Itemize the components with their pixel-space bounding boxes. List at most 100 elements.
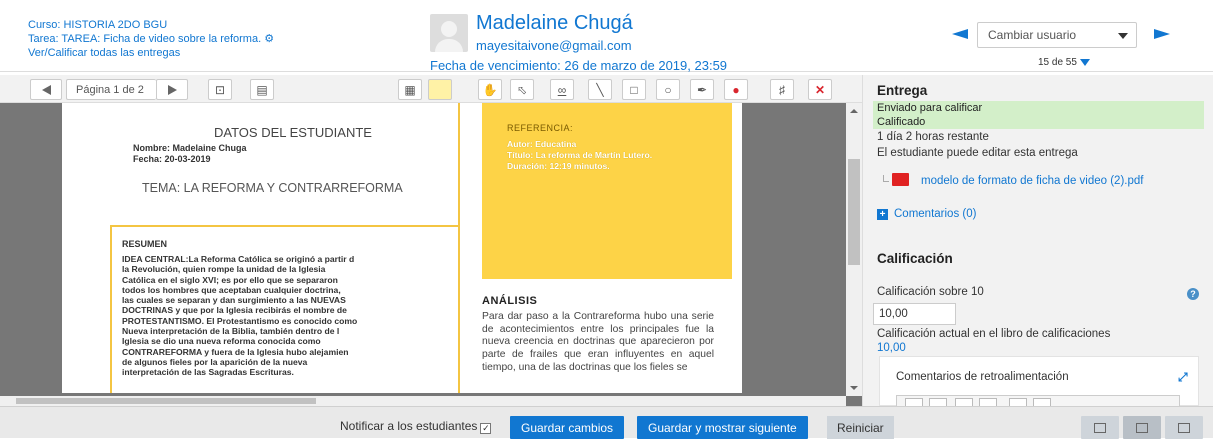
analysis-text: Para dar paso a la Contrareforma hubo un… xyxy=(482,311,714,373)
horizontal-scrollbar[interactable] xyxy=(0,396,846,406)
oval-button[interactable]: ○ xyxy=(656,79,680,100)
student-name: Nombre: Madelaine Chuga xyxy=(133,143,247,153)
rectangle-button[interactable]: □ xyxy=(622,79,646,100)
scroll-thumb[interactable] xyxy=(848,159,860,265)
comment-list-button[interactable]: ▤ xyxy=(250,79,274,100)
select-button[interactable]: ⬁ xyxy=(510,79,534,100)
user-navigation: Cambiar usuario 15 de 55 xyxy=(940,20,1180,70)
submission-file-name: modelo de formato de ficha de video (2).… xyxy=(921,175,1144,187)
scroll-down-icon[interactable] xyxy=(850,386,858,390)
summary-box: RESUMEN IDEA CENTRAL:La Reforma Católica… xyxy=(110,225,458,393)
help-icon[interactable]: ? xyxy=(1187,288,1199,300)
next-user-icon[interactable] xyxy=(1154,29,1170,39)
grade-heading: Calificación xyxy=(877,251,953,266)
user-count[interactable]: 15 de 55 xyxy=(1038,57,1090,68)
document-page-right[interactable]: REFERENCIA: Autor: Educatina Título: La … xyxy=(458,103,742,393)
save-button[interactable]: Guardar cambios xyxy=(510,416,625,439)
line-icon: ╲ xyxy=(596,82,604,97)
scroll-up-icon[interactable] xyxy=(850,109,858,113)
prev-page-button[interactable] xyxy=(30,79,62,100)
footer-bar: Notificar a los estudiantes ✓ Guardar cam… xyxy=(0,406,1213,439)
reference-title: REFERENCIA: xyxy=(507,123,574,133)
layout-collapse-grading-button[interactable] xyxy=(1081,416,1119,439)
comment-color-button[interactable] xyxy=(428,79,452,100)
notify-label: Notificar a los estudiantes xyxy=(340,419,478,433)
color-button[interactable]: ● xyxy=(724,79,748,100)
grade-all-link[interactable]: Ver/Calificar todas las entregas xyxy=(28,46,274,60)
color-icon: ● xyxy=(732,82,740,97)
topic: TEMA: LA REFORMA Y CONTRARREFORMA xyxy=(142,181,403,195)
save-next-button[interactable]: Guardar y mostrar siguiente xyxy=(637,416,808,439)
chevron-down-icon xyxy=(1118,33,1128,39)
edit-status: El estudiante puede editar esta entrega xyxy=(877,147,1078,159)
pen-button[interactable]: ∞ xyxy=(550,79,574,100)
delete-button[interactable]: ✕ xyxy=(808,79,832,100)
time-remaining: 1 día 2 horas restante xyxy=(877,131,989,143)
vertical-scrollbar[interactable] xyxy=(846,103,862,396)
reset-button[interactable]: Reiniciar xyxy=(827,416,894,439)
search-comments-button[interactable]: ⊡ xyxy=(208,79,232,100)
user-email: mayesitaivone@gmail.com xyxy=(476,38,632,53)
pdf-icon xyxy=(892,173,909,186)
previous-user-icon[interactable] xyxy=(952,29,968,39)
select-icon: ⬁ xyxy=(516,82,528,97)
stamp-icon: ♯ xyxy=(779,82,785,97)
task-label: Tarea: TAREA: Ficha de video sobre la re… xyxy=(28,33,262,45)
document-page-left[interactable]: DATOS DEL ESTUDIANTE Nombre: Madelaine C… xyxy=(62,103,458,393)
avatar xyxy=(430,14,468,52)
highlight-button[interactable]: ✒ xyxy=(690,79,714,100)
comment-list-icon: ▤ xyxy=(256,82,268,97)
line-button[interactable]: ╲ xyxy=(588,79,612,100)
change-user-select[interactable]: Cambiar usuario xyxy=(977,22,1137,48)
layout-icon xyxy=(1094,422,1106,433)
expand-icon[interactable]: ⤢ xyxy=(1178,370,1188,385)
feedback-label: Comentarios de retroalimentación xyxy=(896,371,1069,383)
submission-heading: Entrega xyxy=(877,83,928,98)
change-user-label: Cambiar usuario xyxy=(988,28,1077,42)
layout-default-button[interactable] xyxy=(1123,416,1161,439)
comments-toggle[interactable]: + Comentarios (0) xyxy=(877,208,976,220)
filter-icon[interactable] xyxy=(1079,58,1090,66)
pan-icon: ✋ xyxy=(482,82,498,97)
analysis-title: ANÁLISIS xyxy=(482,295,538,307)
next-page-button[interactable] xyxy=(156,79,188,100)
document-viewer[interactable]: DATOS DEL ESTUDIANTE Nombre: Madelaine C… xyxy=(0,103,862,406)
horizontal-scroll-thumb[interactable] xyxy=(16,398,316,404)
reference-duration: Duración: 12:19 minutos. xyxy=(507,161,610,171)
reference-author: Autor: Educatina xyxy=(507,139,577,149)
header: Curso: HISTORIA 2DO BGU Tarea: TAREA: Fi… xyxy=(0,0,1213,73)
task-link[interactable]: Tarea: TAREA: Ficha de video sobre la re… xyxy=(28,32,274,46)
course-info: Curso: HISTORIA 2DO BGU Tarea: TAREA: Fi… xyxy=(28,18,274,60)
gear-icon[interactable]: ⚙ xyxy=(264,32,274,46)
status-submitted: Enviado para calificar xyxy=(873,101,1204,115)
summary-text: IDEA CENTRAL:La Reforma Católica se orig… xyxy=(122,254,358,378)
delete-icon: ✕ xyxy=(814,82,826,97)
comment-icon: ▦ xyxy=(404,82,416,97)
reference-video-title: Título: La reforma de Martín Lutero. xyxy=(507,150,653,160)
user-name[interactable]: Madelaine Chugá xyxy=(476,12,633,35)
pen-icon: ∞ xyxy=(557,82,567,97)
oval-icon: ○ xyxy=(664,82,672,97)
grade-input[interactable]: 10,00 xyxy=(873,303,956,325)
page-select[interactable]: Página 1 de 2 xyxy=(66,79,156,100)
pan-button[interactable]: ✋ xyxy=(478,79,502,100)
comment-button[interactable]: ▦ xyxy=(398,79,422,100)
layout-collapse-review-button[interactable] xyxy=(1165,416,1203,439)
stamp-button[interactable]: ♯ xyxy=(770,79,794,100)
current-grade-value[interactable]: 10,00 xyxy=(877,342,906,354)
annotation-toolbar: Página 1 de 2 ⊡ ▤ ▦ ✋ ⬁ ∞ ╲ □ ○ ✒ ● ♯ ✕ xyxy=(0,75,862,103)
student-date: Fecha: 20-03-2019 xyxy=(133,154,211,164)
notify-checkbox[interactable]: ✓ xyxy=(480,423,492,434)
user-count-label: 15 de 55 xyxy=(1038,57,1077,68)
comments-label: Comentarios (0) xyxy=(894,208,977,220)
summary-title: RESUMEN xyxy=(122,239,168,249)
notify-students[interactable]: Notificar a los estudiantes ✓ xyxy=(340,419,492,434)
student-data-title: DATOS DEL ESTUDIANTE xyxy=(214,125,372,140)
submission-file-link[interactable]: modelo de formato de ficha de video (2).… xyxy=(883,173,1143,187)
plus-icon: + xyxy=(877,209,888,220)
course-link[interactable]: Curso: HISTORIA 2DO BGU xyxy=(28,18,274,32)
reference-box: REFERENCIA: Autor: Educatina Título: La … xyxy=(482,103,732,279)
due-date: Fecha de vencimiento: 26 de marzo de 201… xyxy=(430,58,728,73)
grade-label: Calificación sobre 10 xyxy=(877,286,984,298)
status-graded: Calificado xyxy=(873,115,1204,129)
